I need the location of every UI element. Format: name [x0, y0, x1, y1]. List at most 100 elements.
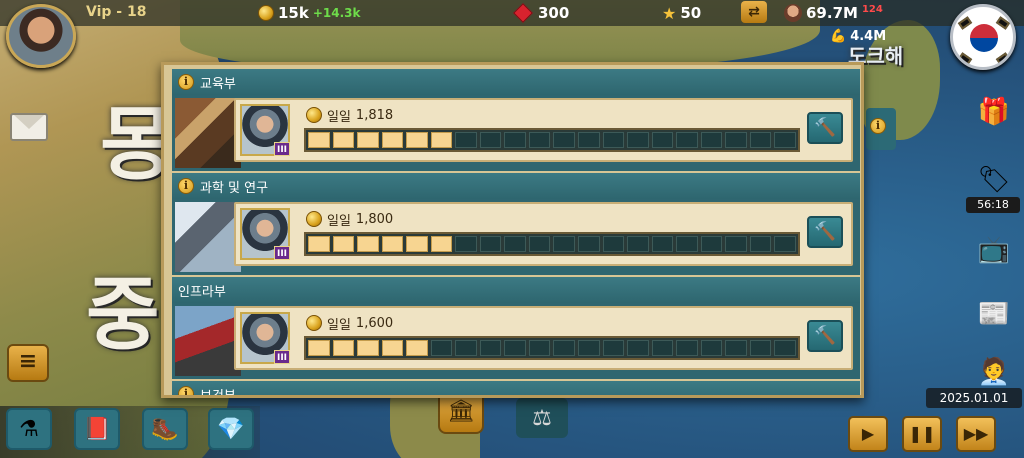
army-boot-button[interactable]: 🥾 — [142, 408, 188, 450]
funding-segment-empty[interactable] — [602, 236, 625, 252]
funding-segment-empty[interactable] — [627, 236, 649, 252]
minister-portrait[interactable]: III — [240, 208, 290, 260]
funding-segment-empty[interactable] — [528, 132, 551, 148]
military-counter[interactable]: 💪 4.4M — [830, 26, 886, 46]
policy-book-button[interactable]: 📕 — [74, 408, 120, 450]
funding-segment-empty[interactable] — [676, 236, 698, 252]
funding-segment-empty[interactable] — [651, 132, 674, 148]
funding-segment-empty[interactable] — [455, 340, 477, 356]
funding-segment-filled[interactable] — [381, 236, 404, 252]
population-counter[interactable]: 69.7M 124 — [784, 3, 883, 23]
funding-segment-filled[interactable] — [332, 340, 355, 356]
funding-segment-empty[interactable] — [504, 236, 526, 252]
funding-segment-empty[interactable] — [553, 236, 576, 252]
fast-forward-button[interactable]: ▶▶ — [956, 416, 996, 452]
gift-button[interactable]: 🎁 — [972, 90, 1016, 134]
funding-segment-filled[interactable] — [430, 132, 453, 148]
funding-segment-empty[interactable] — [700, 132, 723, 148]
court-button[interactable]: ⚖ — [516, 398, 568, 438]
funding-segment-filled[interactable] — [381, 340, 404, 356]
sale-button[interactable]: 🏷 — [972, 158, 1016, 202]
funding-segment-empty[interactable] — [578, 132, 600, 148]
menu-button[interactable]: ≡ — [7, 344, 49, 382]
funding-segment-filled[interactable] — [381, 132, 404, 148]
upgrade-button[interactable]: 🔨 — [807, 320, 843, 352]
funding-segment-empty[interactable] — [504, 340, 526, 356]
funding-segment-empty[interactable] — [651, 236, 674, 252]
funding-segment-empty[interactable] — [774, 340, 796, 356]
gems-counter[interactable]: 300 — [513, 3, 569, 23]
stars-counter[interactable]: ★ 50 — [662, 3, 701, 23]
funding-segment-empty[interactable] — [553, 340, 576, 356]
funding-segment-empty[interactable] — [749, 132, 772, 148]
minister-portrait[interactable]: III — [240, 104, 290, 156]
funding-segment-filled[interactable] — [406, 340, 428, 356]
funding-segment-filled[interactable] — [430, 236, 453, 252]
funding-segment-empty[interactable] — [676, 132, 698, 148]
shop-gems-button[interactable]: 💎 — [208, 408, 254, 450]
funding-segment-empty[interactable] — [528, 340, 551, 356]
funding-segment-empty[interactable] — [455, 132, 477, 148]
pause-button[interactable]: ❚❚ — [902, 416, 942, 452]
funding-segment-filled[interactable] — [332, 132, 355, 148]
funding-segment-empty[interactable] — [430, 340, 453, 356]
funding-segment-empty[interactable] — [627, 340, 649, 356]
funding-segment-empty[interactable] — [651, 340, 674, 356]
funding-segment-filled[interactable] — [357, 236, 379, 252]
funding-segment-empty[interactable] — [774, 236, 796, 252]
funding-segment-empty[interactable] — [700, 236, 723, 252]
funding-segment-empty[interactable] — [479, 236, 502, 252]
coins-counter[interactable]: 15k +14.3k — [258, 3, 361, 23]
funding-segment-filled[interactable] — [357, 132, 379, 148]
funding-segment-filled[interactable] — [357, 340, 379, 356]
funding-segment-empty[interactable] — [725, 236, 747, 252]
upgrade-button[interactable]: 🔨 — [807, 112, 843, 144]
country-flag-button[interactable] — [950, 4, 1016, 70]
funding-segment-empty[interactable] — [725, 132, 747, 148]
funding-segment-empty[interactable] — [749, 236, 772, 252]
funding-segment-empty[interactable] — [578, 236, 600, 252]
funding-segment-filled[interactable] — [308, 132, 330, 148]
map-info-button[interactable]: i — [866, 108, 896, 150]
funding-bar[interactable] — [304, 336, 800, 360]
play-button[interactable]: ▶ — [848, 416, 888, 452]
funding-segment-empty[interactable] — [602, 132, 625, 148]
info-icon[interactable]: i — [178, 74, 194, 90]
funding-segment-empty[interactable] — [774, 132, 796, 148]
coin-icon — [306, 211, 322, 227]
funding-segment-empty[interactable] — [700, 340, 723, 356]
department-card: III 일일 1,800 🔨 — [234, 202, 853, 266]
coins-value: 15k — [278, 4, 309, 22]
research-flask-button[interactable]: ⚗ — [6, 408, 52, 450]
funding-segment-empty[interactable] — [749, 340, 772, 356]
funding-bar[interactable] — [304, 128, 800, 152]
taeguk-icon — [970, 24, 998, 52]
funding-segment-empty[interactable] — [504, 132, 526, 148]
upgrade-button[interactable]: 🔨 — [807, 216, 843, 248]
funding-segment-empty[interactable] — [553, 132, 576, 148]
exchange-button[interactable]: ⇄ — [741, 1, 767, 23]
vip-level[interactable]: Vip - 18 — [86, 4, 146, 20]
funding-segment-filled[interactable] — [308, 340, 330, 356]
funding-bar[interactable] — [304, 232, 800, 256]
minister-portrait[interactable]: III — [240, 312, 290, 364]
funding-segment-empty[interactable] — [578, 340, 600, 356]
funding-segment-filled[interactable] — [332, 236, 355, 252]
funding-segment-empty[interactable] — [725, 340, 747, 356]
info-icon[interactable]: i — [178, 178, 194, 194]
player-avatar[interactable] — [6, 4, 76, 68]
funding-segment-filled[interactable] — [308, 236, 330, 252]
funding-segment-empty[interactable] — [455, 236, 477, 252]
tv-ad-button[interactable]: 📺 — [972, 228, 1016, 272]
funding-segment-empty[interactable] — [627, 132, 649, 148]
funding-segment-empty[interactable] — [602, 340, 625, 356]
funding-segment-filled[interactable] — [406, 236, 428, 252]
funding-segment-empty[interactable] — [479, 132, 502, 148]
funding-segment-empty[interactable] — [528, 236, 551, 252]
mail-icon[interactable] — [10, 113, 48, 141]
funding-segment-empty[interactable] — [676, 340, 698, 356]
funding-segment-filled[interactable] — [406, 132, 428, 148]
info-icon[interactable]: i — [178, 386, 194, 395]
funding-segment-empty[interactable] — [479, 340, 502, 356]
newspaper-button[interactable]: 📰 — [972, 292, 1016, 336]
